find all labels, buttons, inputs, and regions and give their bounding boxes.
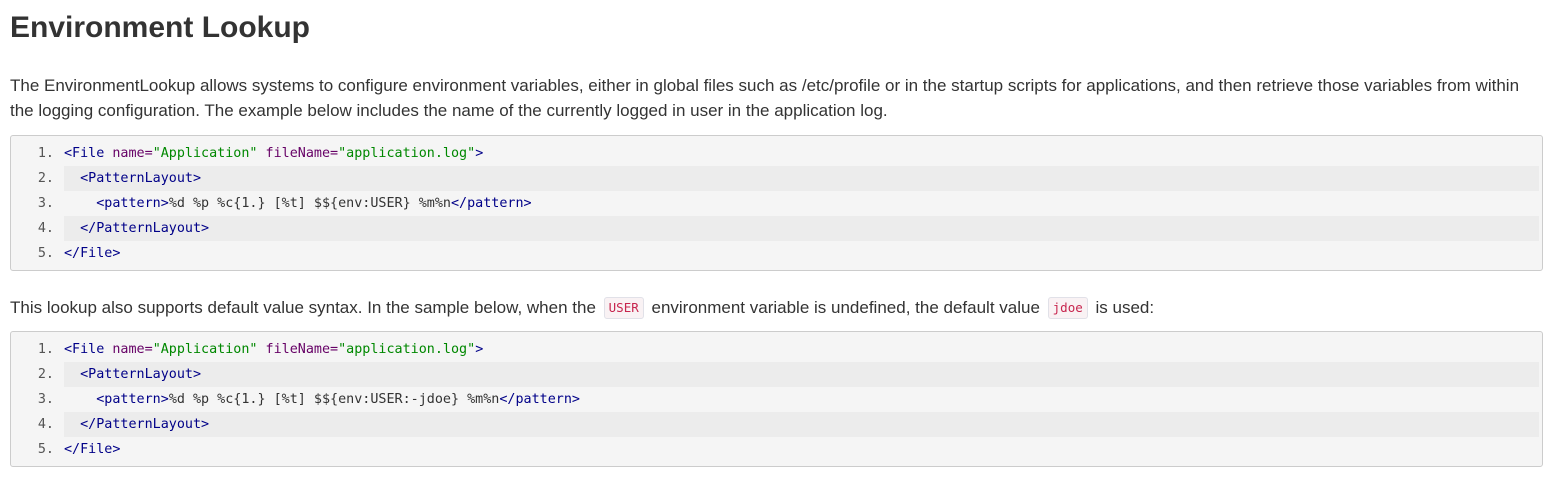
line-source: <File name="Application" fileName="appli… — [64, 141, 1539, 166]
line-number: 4. — [11, 216, 64, 241]
xml-attr-value: "application.log" — [338, 146, 476, 161]
intro-paragraph: The EnvironmentLookup allows systems to … — [10, 76, 1520, 120]
code-line: 1. <File name="Application" fileName="app… — [11, 141, 1539, 166]
code-block-default-value: 1. <File name="Application" fileName="app… — [10, 331, 1543, 467]
xml-tag: </pattern> — [450, 196, 532, 211]
xml-attr-name: fileName= — [257, 146, 339, 161]
code-line: 1. <File name="Application" fileName="app… — [11, 337, 1539, 362]
xml-tag: </File> — [64, 246, 121, 261]
code-block-env-lookup: 1. <File name="Application" fileName="app… — [10, 135, 1543, 271]
code-line: 2. <PatternLayout> — [11, 362, 1539, 387]
line-number: 3. — [11, 387, 64, 412]
xml-attr-name: name= — [104, 342, 153, 357]
xml-tag: </PatternLayout> — [80, 221, 210, 236]
default-text-after: is used: — [1095, 298, 1155, 317]
line-source: </File> — [64, 437, 1539, 462]
line-number: 2. — [11, 362, 64, 387]
code-line: 4. </PatternLayout> — [11, 412, 1539, 437]
xml-tag: <PatternLayout> — [80, 171, 202, 186]
xml-attr-value: "application.log" — [338, 342, 476, 357]
xml-attr-value: "Application" — [152, 342, 258, 357]
line-source: <pattern>%d %p %c{1.} [%t] $${env:USER} … — [64, 191, 1539, 216]
xml-tag: <pattern> — [96, 196, 169, 211]
line-source: </PatternLayout> — [64, 216, 1539, 241]
page-title: Environment Lookup — [10, 11, 310, 44]
page-content: Environment Lookup The EnvironmentLookup… — [0, 0, 1554, 467]
xml-tag: <pattern> — [96, 392, 169, 407]
default-text-middle: environment variable is undefined, the d… — [651, 298, 1040, 317]
code-line: 4. </PatternLayout> — [11, 216, 1539, 241]
xml-attr-value: "Application" — [152, 146, 258, 161]
code-lines: 1. <File name="Application" fileName="app… — [11, 337, 1539, 462]
xml-tag: <PatternLayout> — [80, 367, 202, 382]
xml-tag: <File — [64, 146, 105, 161]
default-value-paragraph: This lookup also supports default value … — [10, 295, 1544, 320]
xml-attr-name: name= — [104, 146, 153, 161]
xml-tag: </pattern> — [499, 392, 580, 407]
pattern-text: %d %p %c{1.} [%t] $${env:USER} %m%n — [168, 196, 451, 211]
code-line: 5. </File> — [11, 241, 1539, 266]
line-number: 5. — [11, 437, 64, 462]
code-line: 3. <pattern>%d %p %c{1.} [%t] $${env:USE… — [11, 191, 1539, 216]
line-number: 1. — [11, 141, 64, 166]
code-lines: 1. <File name="Application" fileName="app… — [11, 141, 1539, 266]
xml-tag: </File> — [64, 442, 121, 457]
code-line: 2. <PatternLayout> — [11, 166, 1539, 191]
default-text-before: This lookup also supports default value … — [10, 298, 596, 317]
line-source: <pattern>%d %p %c{1.} [%t] $${env:USER:-… — [64, 387, 1539, 412]
line-source: <PatternLayout> — [64, 166, 1539, 191]
line-number: 1. — [11, 337, 64, 362]
xml-tag: </PatternLayout> — [80, 417, 210, 432]
line-number: 3. — [11, 191, 64, 216]
xml-tag: > — [475, 342, 484, 357]
xml-tag: <File — [64, 342, 105, 357]
pattern-text: %d %p %c{1.} [%t] $${env:USER:-jdoe} %m%… — [168, 392, 500, 407]
line-number: 4. — [11, 412, 64, 437]
xml-attr-name: fileName= — [257, 342, 339, 357]
line-number: 2. — [11, 166, 64, 191]
code-line: 5. </File> — [11, 437, 1539, 462]
line-number: 5. — [11, 241, 64, 266]
line-source: </PatternLayout> — [64, 412, 1539, 437]
inline-code-user: USER — [603, 297, 644, 319]
code-line: 3. <pattern>%d %p %c{1.} [%t] $${env:USE… — [11, 387, 1539, 412]
inline-code-jdoe: jdoe — [1047, 297, 1088, 319]
line-source: <File name="Application" fileName="appli… — [64, 337, 1539, 362]
line-source: </File> — [64, 241, 1539, 266]
xml-tag: > — [475, 146, 484, 161]
line-source: <PatternLayout> — [64, 362, 1539, 387]
